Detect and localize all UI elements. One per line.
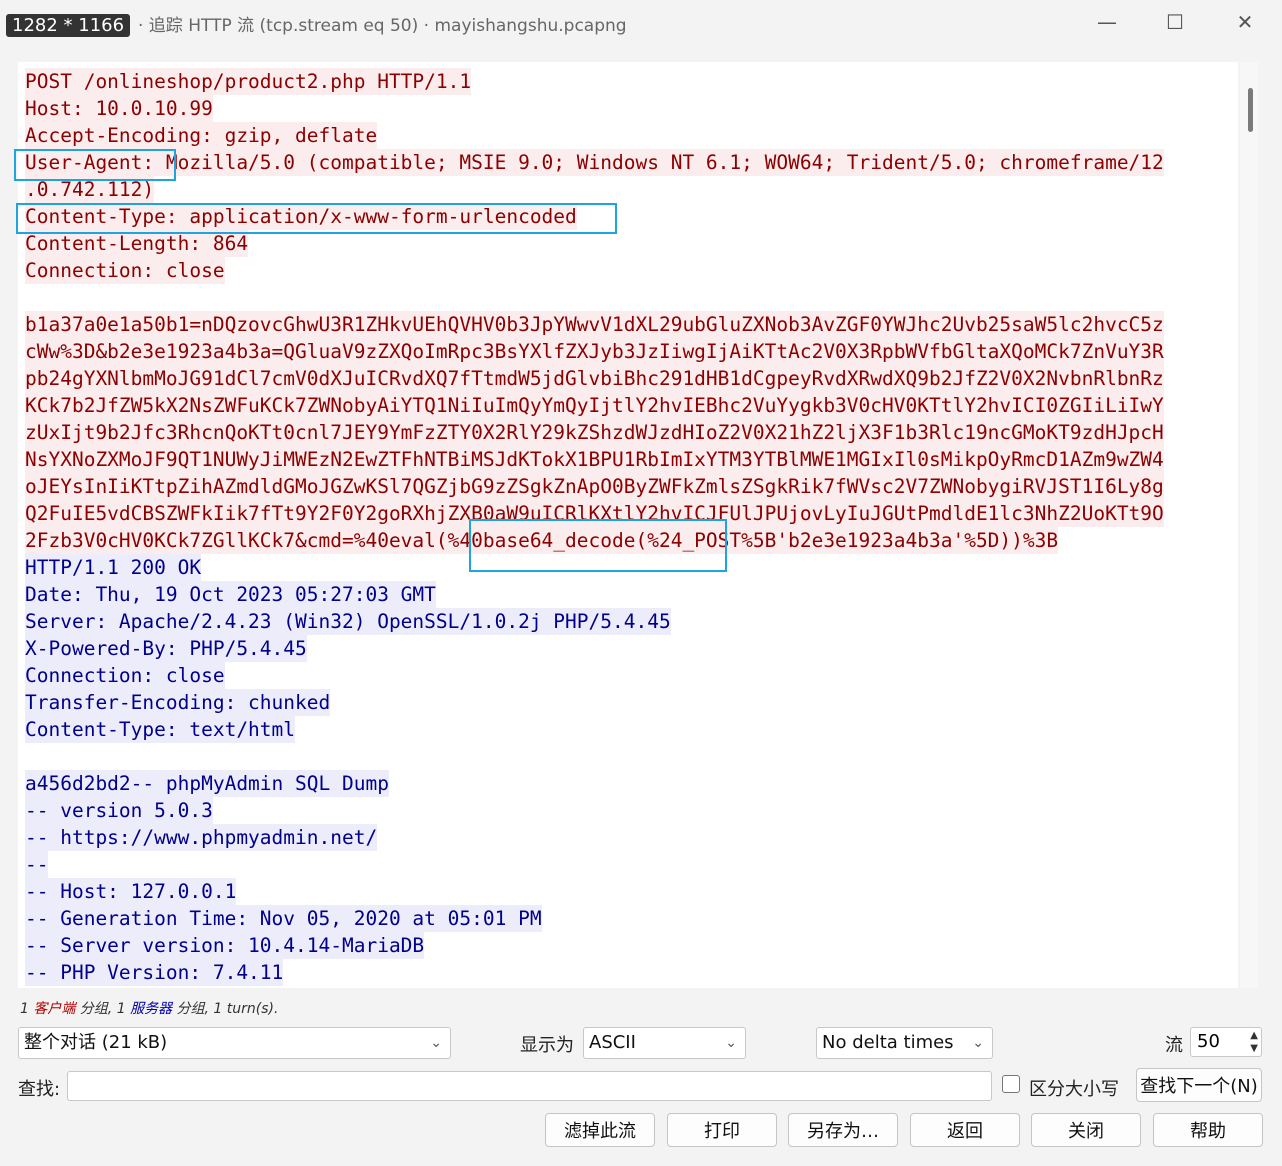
stream-number-value: 50 — [1197, 1031, 1220, 1052]
find-next-button[interactable]: 查找下一个(N) — [1136, 1068, 1262, 1102]
stream-line: Content-Length: 864 — [25, 230, 249, 257]
delta-times-select[interactable]: No delta times ⌄ — [816, 1027, 993, 1059]
stream-line: -- version 5.0.3 — [25, 797, 213, 824]
summary-suffix: 分组, 1 turn(s). — [172, 1001, 279, 1017]
summary-mid: 分组, 1 — [75, 1001, 131, 1017]
case-sensitive-checkbox[interactable] — [1002, 1075, 1020, 1093]
stream-line: X-Powered-By: PHP/5.4.45 — [25, 635, 307, 662]
show-as-select[interactable]: ASCII ⌄ — [583, 1027, 746, 1059]
chevron-down-icon: ⌄ — [430, 1035, 442, 1051]
stream-line: NsYXNoZXMoJF9QT1NUWyJiMWEzN2EwZTFhNTBiMS… — [25, 446, 1164, 473]
stream-line: Transfer-Encoding: chunked — [25, 689, 331, 716]
stream-line: b1a37a0e1a50b1=nDQzovcGhwU3R1ZHkvUEhQVHV… — [25, 311, 1164, 338]
show-as-value: ASCII — [589, 1032, 636, 1053]
delta-times-value: No delta times — [822, 1032, 954, 1053]
stream-line: -- Generation Time: Nov 05, 2020 at 05:0… — [25, 905, 542, 932]
close-button[interactable]: 关闭 — [1031, 1113, 1141, 1147]
stream-line: User-Agent: Mozilla/5.0 (compatible; MSI… — [25, 149, 1164, 176]
summary-client-word: 客户端 — [33, 1001, 76, 1017]
title-bar: 1282 * 1166 · 追踪 HTTP 流 (tcp.stream eq 5… — [0, 0, 1282, 44]
stream-line: Host: 10.0.10.99 — [25, 95, 213, 122]
back-button[interactable]: 返回 — [910, 1113, 1020, 1147]
stream-line: Date: Thu, 19 Oct 2023 05:27:03 GMT — [25, 581, 436, 608]
help-button[interactable]: 帮助 — [1153, 1113, 1263, 1147]
stream-line: oJEYsInIiKTtpZihAZmdldGMoJGZwKSl7QGZjbG9… — [25, 473, 1164, 500]
print-button[interactable]: 打印 — [667, 1113, 777, 1147]
highlight-content-type — [16, 203, 617, 234]
minimize-icon: — — [1097, 10, 1117, 34]
highlight-base64-decode — [469, 519, 727, 572]
stream-line: cWw%3D&b2e3e1923a4b3a=QGluaV9zZXQoImRpc3… — [25, 338, 1164, 365]
show-as-label: 显示为 — [520, 1035, 574, 1056]
stream-line: -- PHP Version: 7.4.11 — [25, 959, 284, 986]
chevron-down-icon: ⌄ — [972, 1035, 984, 1051]
filter-out-label: 滤掉此流 — [564, 1121, 636, 1142]
stream-line: Connection: close — [25, 662, 225, 689]
minimize-button[interactable]: — — [1084, 6, 1130, 38]
save-as-label: 另存为… — [807, 1121, 879, 1142]
stepper-down-icon[interactable]: ▼ — [1250, 1043, 1258, 1055]
stream-line: -- Host: 127.0.0.1 — [25, 878, 237, 905]
highlight-user-agent — [14, 149, 176, 181]
stream-line: pb24gYXNlbmMoJG91dCl7cmV0dXJuICRvdXQ7fTt… — [25, 365, 1164, 392]
stream-line: Content-Type: text/html — [25, 716, 296, 743]
stream-number-stepper[interactable]: 50 ▲ ▼ — [1190, 1027, 1262, 1057]
window-title: · 追踪 HTTP 流 (tcp.stream eq 50) · mayisha… — [138, 16, 627, 36]
dimensions-badge: 1282 * 1166 — [6, 14, 131, 37]
close-icon: ✕ — [1236, 10, 1254, 34]
stream-line: -- Server version: 10.4.14-MariaDB — [25, 932, 425, 959]
stream-line: zUxIjt9b2Jfc3RhcnQoKTt0cnl7JEY9YmFzZTY0X… — [25, 419, 1164, 446]
conversation-select-value: 整个对话 (21 kB) — [24, 1032, 168, 1053]
packet-summary: 1 客户端 分组, 1 服务器 分组, 1 turn(s). — [20, 998, 278, 1018]
stream-label: 流 — [1165, 1035, 1183, 1056]
find-input[interactable] — [67, 1071, 992, 1101]
chevron-down-icon: ⌄ — [725, 1035, 737, 1051]
maximize-icon: ☐ — [1166, 10, 1184, 34]
stream-line: -- https://www.phpmyadmin.net/ — [25, 824, 378, 851]
stream-line: Accept-Encoding: gzip, deflate — [25, 122, 378, 149]
stream-line: Connection: close — [25, 257, 225, 284]
conversation-select[interactable]: 整个对话 (21 kB) ⌄ — [18, 1027, 451, 1059]
summary-server-word: 服务器 — [130, 1001, 173, 1017]
find-label: 查找: — [18, 1079, 61, 1100]
stream-line: HTTP/1.1 200 OK — [25, 554, 202, 581]
stream-line: -- — [25, 851, 49, 878]
stepper-up-icon[interactable]: ▲ — [1250, 1030, 1258, 1042]
save-as-button[interactable]: 另存为… — [788, 1113, 898, 1147]
stream-line: POST /onlineshop/product2.php HTTP/1.1 — [25, 68, 472, 95]
find-next-label: 查找下一个(N) — [1140, 1076, 1258, 1097]
filter-out-stream-button[interactable]: 滤掉此流 — [545, 1113, 655, 1147]
back-label: 返回 — [947, 1121, 983, 1142]
case-sensitive-label: 区分大小写 — [1029, 1079, 1119, 1100]
summary-prefix: 1 — [20, 1001, 34, 1017]
help-label: 帮助 — [1190, 1121, 1226, 1142]
maximize-button[interactable]: ☐ — [1152, 6, 1198, 38]
close-window-button[interactable]: ✕ — [1222, 6, 1268, 38]
vertical-scrollbar[interactable] — [1240, 62, 1258, 988]
stream-line: Server: Apache/2.4.23 (Win32) OpenSSL/1.… — [25, 608, 671, 635]
close-label: 关闭 — [1068, 1121, 1104, 1142]
print-label: 打印 — [704, 1121, 740, 1142]
stream-line: KCk7b2JfZW5kX2NsZWFuKCk7ZWNobyAiYTQ1NiIu… — [25, 392, 1164, 419]
scrollbar-thumb[interactable] — [1248, 88, 1253, 132]
stream-line: a456d2bd2-- phpMyAdmin SQL Dump — [25, 770, 389, 797]
